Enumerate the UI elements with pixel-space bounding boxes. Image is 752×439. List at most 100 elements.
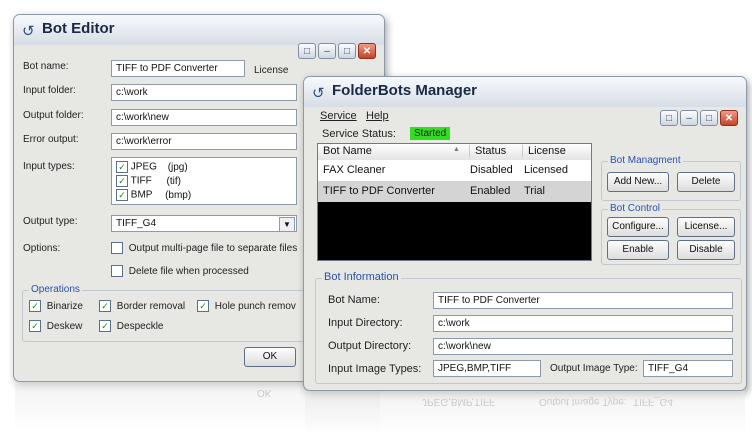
column-header-status[interactable]: Status: [469, 145, 506, 157]
output-folder-input[interactable]: c:\work\new: [111, 109, 297, 126]
input-type-ext: (tif): [166, 175, 181, 187]
disable-button[interactable]: Disable: [677, 240, 735, 260]
folderbots-manager-window: ↺ FolderBots Manager □ – □ ✕ Service Hel…: [303, 76, 747, 391]
license-label: License: [254, 65, 289, 76]
info-input-types-value: JPEG,BMP,TIFF: [433, 360, 541, 377]
output-type-label-reflection: Output Image Type:: [539, 396, 627, 407]
check-icon[interactable]: ✓: [29, 300, 41, 312]
delete-button[interactable]: Delete: [677, 172, 735, 192]
check-icon[interactable]: ✓: [197, 300, 209, 312]
info-output-dir-value: c:\work\new: [433, 338, 733, 355]
error-output-label: Error output:: [23, 134, 79, 145]
input-type-tiff[interactable]: ✓ TIFF (tif): [116, 175, 181, 187]
service-status-label: Service Status:: [322, 128, 396, 140]
check-icon[interactable]: ✓: [116, 175, 128, 187]
column-header-bot-name[interactable]: Bot Name: [323, 145, 372, 157]
license-button[interactable]: License...: [677, 217, 735, 237]
input-type-ext: (jpg): [167, 161, 188, 173]
close-icon[interactable]: ✕: [720, 110, 738, 126]
row-bot-name: FAX Cleaner: [323, 164, 386, 176]
minimize-icon[interactable]: –: [680, 110, 698, 126]
bot-editor-title: Bot Editor: [42, 20, 115, 37]
output-type-value: TIFF_G4: [116, 218, 157, 229]
manager-title: FolderBots Manager: [332, 82, 478, 99]
configure-button[interactable]: Configure...: [607, 217, 669, 237]
op-deskew-label: Deskew: [46, 320, 83, 332]
op-border-removal[interactable]: ✓ Border removal: [99, 300, 185, 312]
row-bot-name: TIFF to PDF Converter: [323, 185, 435, 197]
info-input-dir-label: Input Directory:: [328, 317, 403, 329]
op-hole-punch[interactable]: ✓ Hole punch remov: [197, 300, 296, 312]
bot-name-input[interactable]: TIFF to PDF Converter: [111, 60, 245, 77]
check-icon[interactable]: ✓: [99, 320, 111, 332]
manager-window-buttons: □ – □ ✕: [660, 110, 738, 126]
manager-titlebar[interactable]: ↺ FolderBots Manager: [304, 77, 746, 107]
output-folder-label: Output folder:: [23, 110, 84, 121]
bot-editor-titlebar[interactable]: ↺ Bot Editor: [14, 15, 384, 45]
row-status: Disabled: [470, 164, 513, 176]
bot-information-title: Bot Information: [322, 271, 401, 283]
options-label: Options:: [23, 243, 61, 254]
input-type-name: BMP: [130, 189, 153, 201]
op-binarize-label: Binarize: [46, 300, 83, 312]
bot-list-table[interactable]: Bot Name ▲ Status License FAX Cleaner Di…: [317, 143, 592, 261]
checkbox-icon[interactable]: [111, 242, 123, 254]
menu-help[interactable]: Help: [366, 110, 389, 122]
maximize-icon[interactable]: □: [338, 43, 356, 59]
column-header-license[interactable]: License: [522, 145, 566, 157]
bot-name-label: Bot name:: [23, 61, 69, 72]
output-type-label: Output type:: [23, 216, 78, 227]
enable-button[interactable]: Enable: [607, 240, 669, 260]
checkbox-icon[interactable]: [111, 265, 123, 277]
check-icon[interactable]: ✓: [116, 161, 128, 173]
op-binarize[interactable]: ✓ Binarize: [29, 300, 83, 312]
op-deskew[interactable]: ✓ Deskew: [29, 320, 82, 332]
info-output-dir-label: Output Directory:: [328, 340, 412, 352]
option-multipage[interactable]: Output multi-page file to separate files: [111, 242, 297, 254]
close-icon[interactable]: ✕: [358, 43, 376, 59]
ok-button-reflection: OK: [257, 387, 272, 398]
option-multipage-label: Output multi-page file to separate files: [128, 242, 298, 254]
info-bot-name-value: TIFF to PDF Converter: [433, 292, 733, 309]
menu-service[interactable]: Service: [320, 110, 357, 122]
row-status: Enabled: [470, 185, 511, 197]
bot-management-title: Bot Managment: [608, 155, 683, 166]
bot-control-title: Bot Control: [608, 203, 663, 214]
table-row-selected[interactable]: TIFF to PDF Converter Enabled Trial: [318, 181, 591, 202]
row-license: Licensed: [524, 164, 569, 176]
option-delete-label: Delete file when processed: [128, 265, 249, 277]
dropdown-arrow-icon[interactable]: ▼: [279, 217, 295, 231]
add-new-button[interactable]: Add New...: [607, 172, 669, 192]
bot-management-group: Bot Managment Add New... Delete: [601, 155, 741, 201]
bot-control-group: Bot Control Configure... License... Enab…: [601, 203, 741, 265]
bot-information-group: Bot Information Bot Name: TIFF to PDF Co…: [315, 271, 742, 384]
output-type-select[interactable]: TIFF_G4 ▼: [111, 215, 297, 232]
output-type-reflection: TIFF_G4: [633, 396, 674, 407]
op-despeckle-label: Despeckle: [116, 320, 164, 332]
input-type-name: TIFF: [130, 175, 152, 187]
check-icon[interactable]: ✓: [29, 320, 41, 332]
check-icon[interactable]: ✓: [116, 189, 128, 201]
maximize-icon[interactable]: □: [700, 110, 718, 126]
input-type-bmp[interactable]: ✓ BMP (bmp): [116, 189, 191, 201]
table-row[interactable]: FAX Cleaner Disabled Licensed: [318, 160, 591, 182]
info-input-dir-value: c:\work: [433, 315, 733, 332]
app-icon: ↺: [312, 85, 325, 102]
op-despeckle[interactable]: ✓ Despeckle: [99, 320, 163, 332]
input-folder-input[interactable]: c:\work: [111, 84, 297, 101]
sort-up-icon: ▲: [453, 146, 460, 153]
manager-reflection: [305, 391, 745, 436]
op-border-removal-label: Border removal: [116, 300, 186, 312]
restore-icon[interactable]: □: [298, 43, 316, 59]
minimize-icon[interactable]: –: [318, 43, 336, 59]
input-types-list[interactable]: ✓ JPEG (jpg) ✓ TIFF (tif) ✓ BMP (bmp): [111, 157, 297, 205]
input-folder-label: Input folder:: [23, 85, 76, 96]
info-input-types-label: Input Image Types:: [328, 363, 422, 375]
input-type-jpeg[interactable]: ✓ JPEG (jpg): [116, 161, 188, 173]
option-delete[interactable]: Delete file when processed: [111, 265, 249, 277]
row-license: Trial: [524, 185, 545, 197]
restore-icon[interactable]: □: [660, 110, 678, 126]
check-icon[interactable]: ✓: [99, 300, 111, 312]
error-output-input[interactable]: c:\work\error: [111, 133, 297, 150]
ok-button[interactable]: OK: [244, 347, 296, 367]
